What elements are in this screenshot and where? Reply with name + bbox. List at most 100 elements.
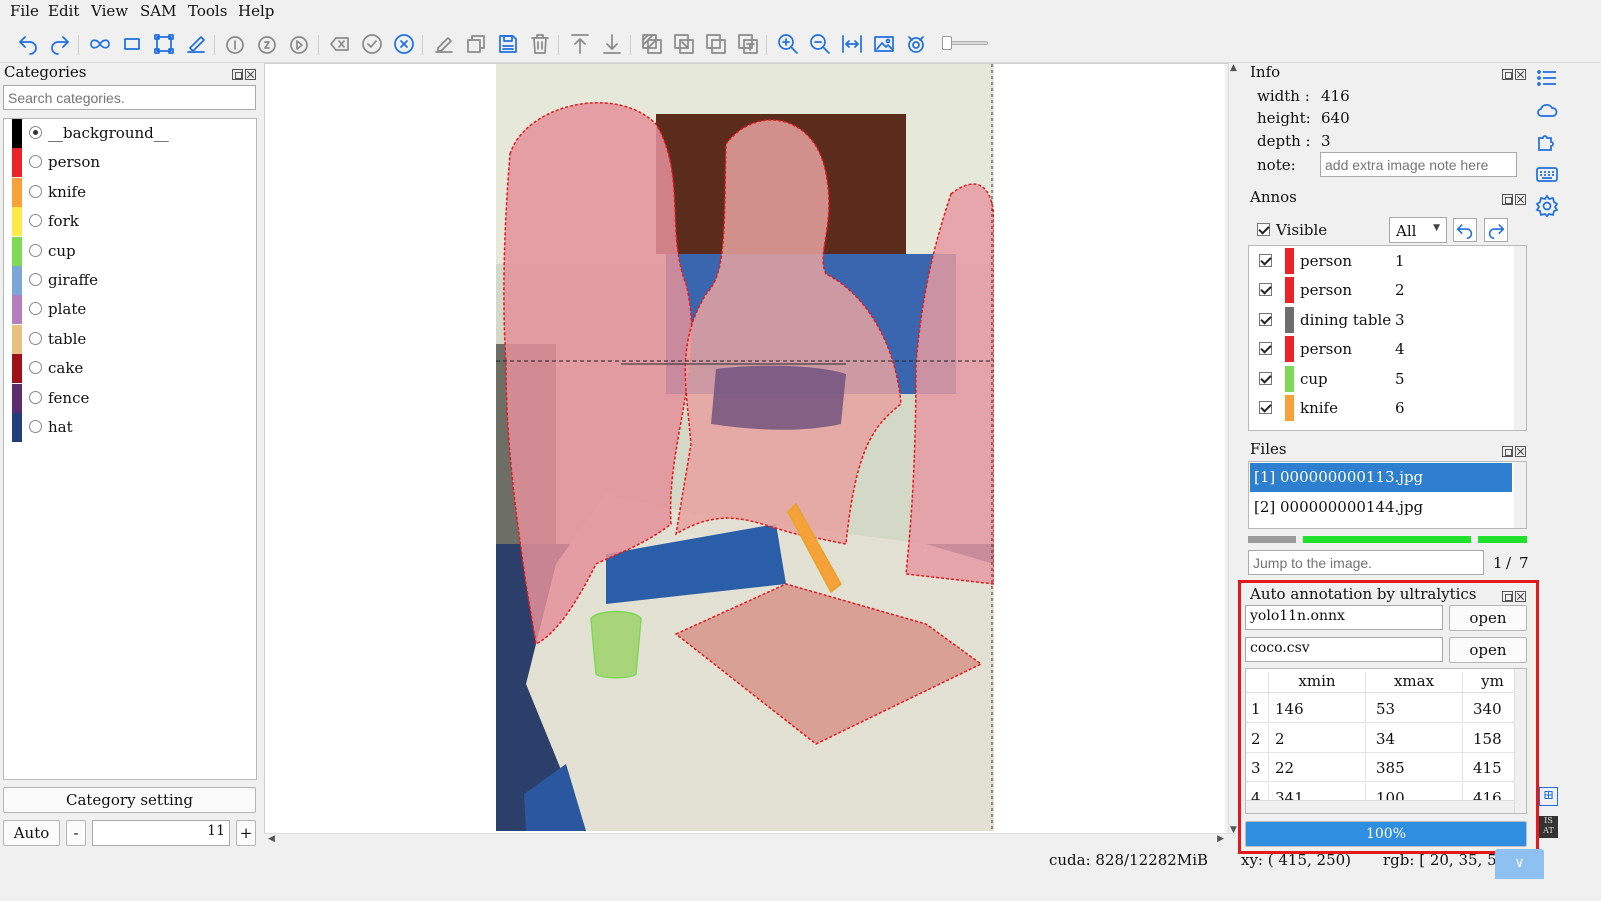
annos-scrollbar[interactable] <box>1514 246 1526 430</box>
table-cell[interactable]: 415 <box>1462 753 1522 782</box>
category-radio[interactable] <box>29 361 42 375</box>
anno-visible-checkbox[interactable] <box>1259 312 1272 326</box>
table-cell[interactable]: 53 <box>1365 694 1462 723</box>
auto-annotation-dock-buttons[interactable] <box>1502 588 1528 602</box>
category-radio[interactable] <box>29 331 42 345</box>
annos-undo-button[interactable] <box>1453 218 1477 242</box>
menu-view[interactable]: View <box>91 2 128 20</box>
redo-icon[interactable] <box>47 31 73 57</box>
results-column-header[interactable]: xmin <box>1268 672 1365 694</box>
cloud-icon[interactable] <box>1535 98 1561 124</box>
table-cell[interactable]: 385 <box>1365 753 1462 782</box>
category-search-input[interactable] <box>3 85 256 110</box>
open-classes-button[interactable]: open <box>1449 637 1527 663</box>
category-radio[interactable] <box>29 184 42 198</box>
keyboard-icon[interactable] <box>1535 162 1561 188</box>
results-column-header[interactable]: ym <box>1462 672 1522 694</box>
sam-run-icon[interactable] <box>286 31 312 57</box>
category-item[interactable]: __background__ <box>4 119 254 148</box>
table-cell[interactable]: 22 <box>1268 753 1365 782</box>
category-radio[interactable] <box>29 420 42 433</box>
anno-row[interactable]: cup 5 <box>1249 364 1517 393</box>
category-item[interactable]: table <box>4 324 254 354</box>
menu-sam[interactable]: SAM <box>140 2 176 20</box>
show-text-icon[interactable] <box>735 31 761 57</box>
anno-row[interactable]: person 2 <box>1249 275 1517 304</box>
visible-checkbox[interactable] <box>1257 223 1270 236</box>
auto-button[interactable]: Auto <box>3 820 60 846</box>
anno-visible-checkbox[interactable] <box>1259 283 1272 297</box>
category-item[interactable]: cup <box>4 236 254 266</box>
opacity-slider-handle[interactable] <box>942 36 952 50</box>
info-dock-buttons[interactable] <box>1502 66 1528 80</box>
anno-visible-checkbox[interactable] <box>1259 342 1272 356</box>
fit-image-icon[interactable] <box>871 31 897 57</box>
jump-to-image-input[interactable] <box>1248 550 1484 575</box>
anno-row[interactable]: knife 6 <box>1249 393 1517 422</box>
save-icon[interactable] <box>495 31 521 57</box>
anno-visible-checkbox[interactable] <box>1259 401 1272 414</box>
anno-row[interactable]: dining table 3 <box>1249 305 1517 334</box>
move-top-icon[interactable] <box>567 31 593 57</box>
category-item[interactable]: giraffe <box>4 266 254 295</box>
plugin-icon[interactable] <box>1535 130 1561 156</box>
menu-file[interactable]: File <box>10 2 39 20</box>
move-bottom-icon[interactable] <box>599 31 625 57</box>
category-radio[interactable] <box>29 273 42 286</box>
menu-tools[interactable]: Tools <box>188 2 227 20</box>
table-cell[interactable]: 2 <box>1268 723 1365 753</box>
table-row[interactable]: 2 2 34 158 <box>1246 723 1514 753</box>
zoom-in-icon[interactable] <box>775 31 801 57</box>
rectangle-icon[interactable] <box>119 31 145 57</box>
table-row[interactable]: 1 146 53 340 <box>1246 694 1514 723</box>
category-radio[interactable] <box>29 126 42 139</box>
decrement-button[interactable]: - <box>66 820 86 846</box>
show-box-icon[interactable] <box>703 31 729 57</box>
file-item[interactable]: [1] 000000000113.jpg <box>1250 463 1512 492</box>
show-mask-icon[interactable] <box>639 31 665 57</box>
category-item[interactable]: fence <box>4 383 254 413</box>
zoom-out-icon[interactable] <box>807 31 833 57</box>
sam-box-icon[interactable] <box>254 31 280 57</box>
categories-dock-buttons[interactable] <box>232 66 258 80</box>
results-scrollbar[interactable] <box>1514 669 1526 813</box>
open-model-button[interactable]: open <box>1449 605 1527 631</box>
category-count-field[interactable]: 11 <box>92 820 230 846</box>
language-icon[interactable]: ⊞ <box>1539 787 1558 806</box>
sam-infinity-icon[interactable] <box>87 31 113 57</box>
table-cell[interactable]: 340 <box>1462 694 1522 723</box>
settings-gear-icon[interactable] <box>1535 194 1561 220</box>
table-row[interactable]: 3 22 385 415 <box>1246 753 1514 782</box>
copy-icon[interactable] <box>463 31 489 57</box>
delete-point-icon[interactable] <box>327 31 353 57</box>
anno-visible-checkbox[interactable] <box>1259 254 1272 267</box>
results-column-header[interactable]: xmax <box>1365 672 1462 694</box>
show-edge-icon[interactable] <box>671 31 697 57</box>
classes-path-field[interactable]: coco.csv <box>1245 637 1443 662</box>
file-item[interactable]: [2] 000000000144.jpg <box>1250 493 1512 522</box>
canvas-horizontal-scrollbar[interactable]: ◀ ▶ <box>264 833 1240 846</box>
image-canvas[interactable] <box>264 63 1228 835</box>
category-radio[interactable] <box>29 214 42 228</box>
finish-icon[interactable] <box>359 31 385 57</box>
cancel-icon[interactable] <box>391 31 417 57</box>
increment-button[interactable]: + <box>236 820 256 846</box>
anno-row[interactable]: person 1 <box>1249 246 1517 275</box>
eye-settings-icon[interactable] <box>903 31 929 57</box>
files-scrollbar[interactable] <box>1514 462 1526 528</box>
category-item[interactable]: fork <box>4 207 254 237</box>
fit-width-icon[interactable] <box>839 31 865 57</box>
draw-line-icon[interactable] <box>183 31 209 57</box>
table-cell[interactable]: 146 <box>1268 694 1365 723</box>
table-cell[interactable]: 34 <box>1365 723 1462 753</box>
polygon-icon[interactable] <box>151 31 177 57</box>
annos-dock-buttons[interactable] <box>1502 191 1528 205</box>
image-note-input[interactable] <box>1320 152 1517 177</box>
category-item[interactable]: cake <box>4 354 254 384</box>
category-radio[interactable] <box>29 243 42 257</box>
menu-edit[interactable]: Edit <box>48 2 79 20</box>
category-item[interactable]: knife <box>4 177 254 207</box>
collapse-chevron-icon[interactable]: ∨ <box>1495 849 1544 879</box>
files-dock-buttons[interactable] <box>1502 443 1528 457</box>
model-path-field[interactable]: yolo11n.onnx <box>1245 605 1443 630</box>
